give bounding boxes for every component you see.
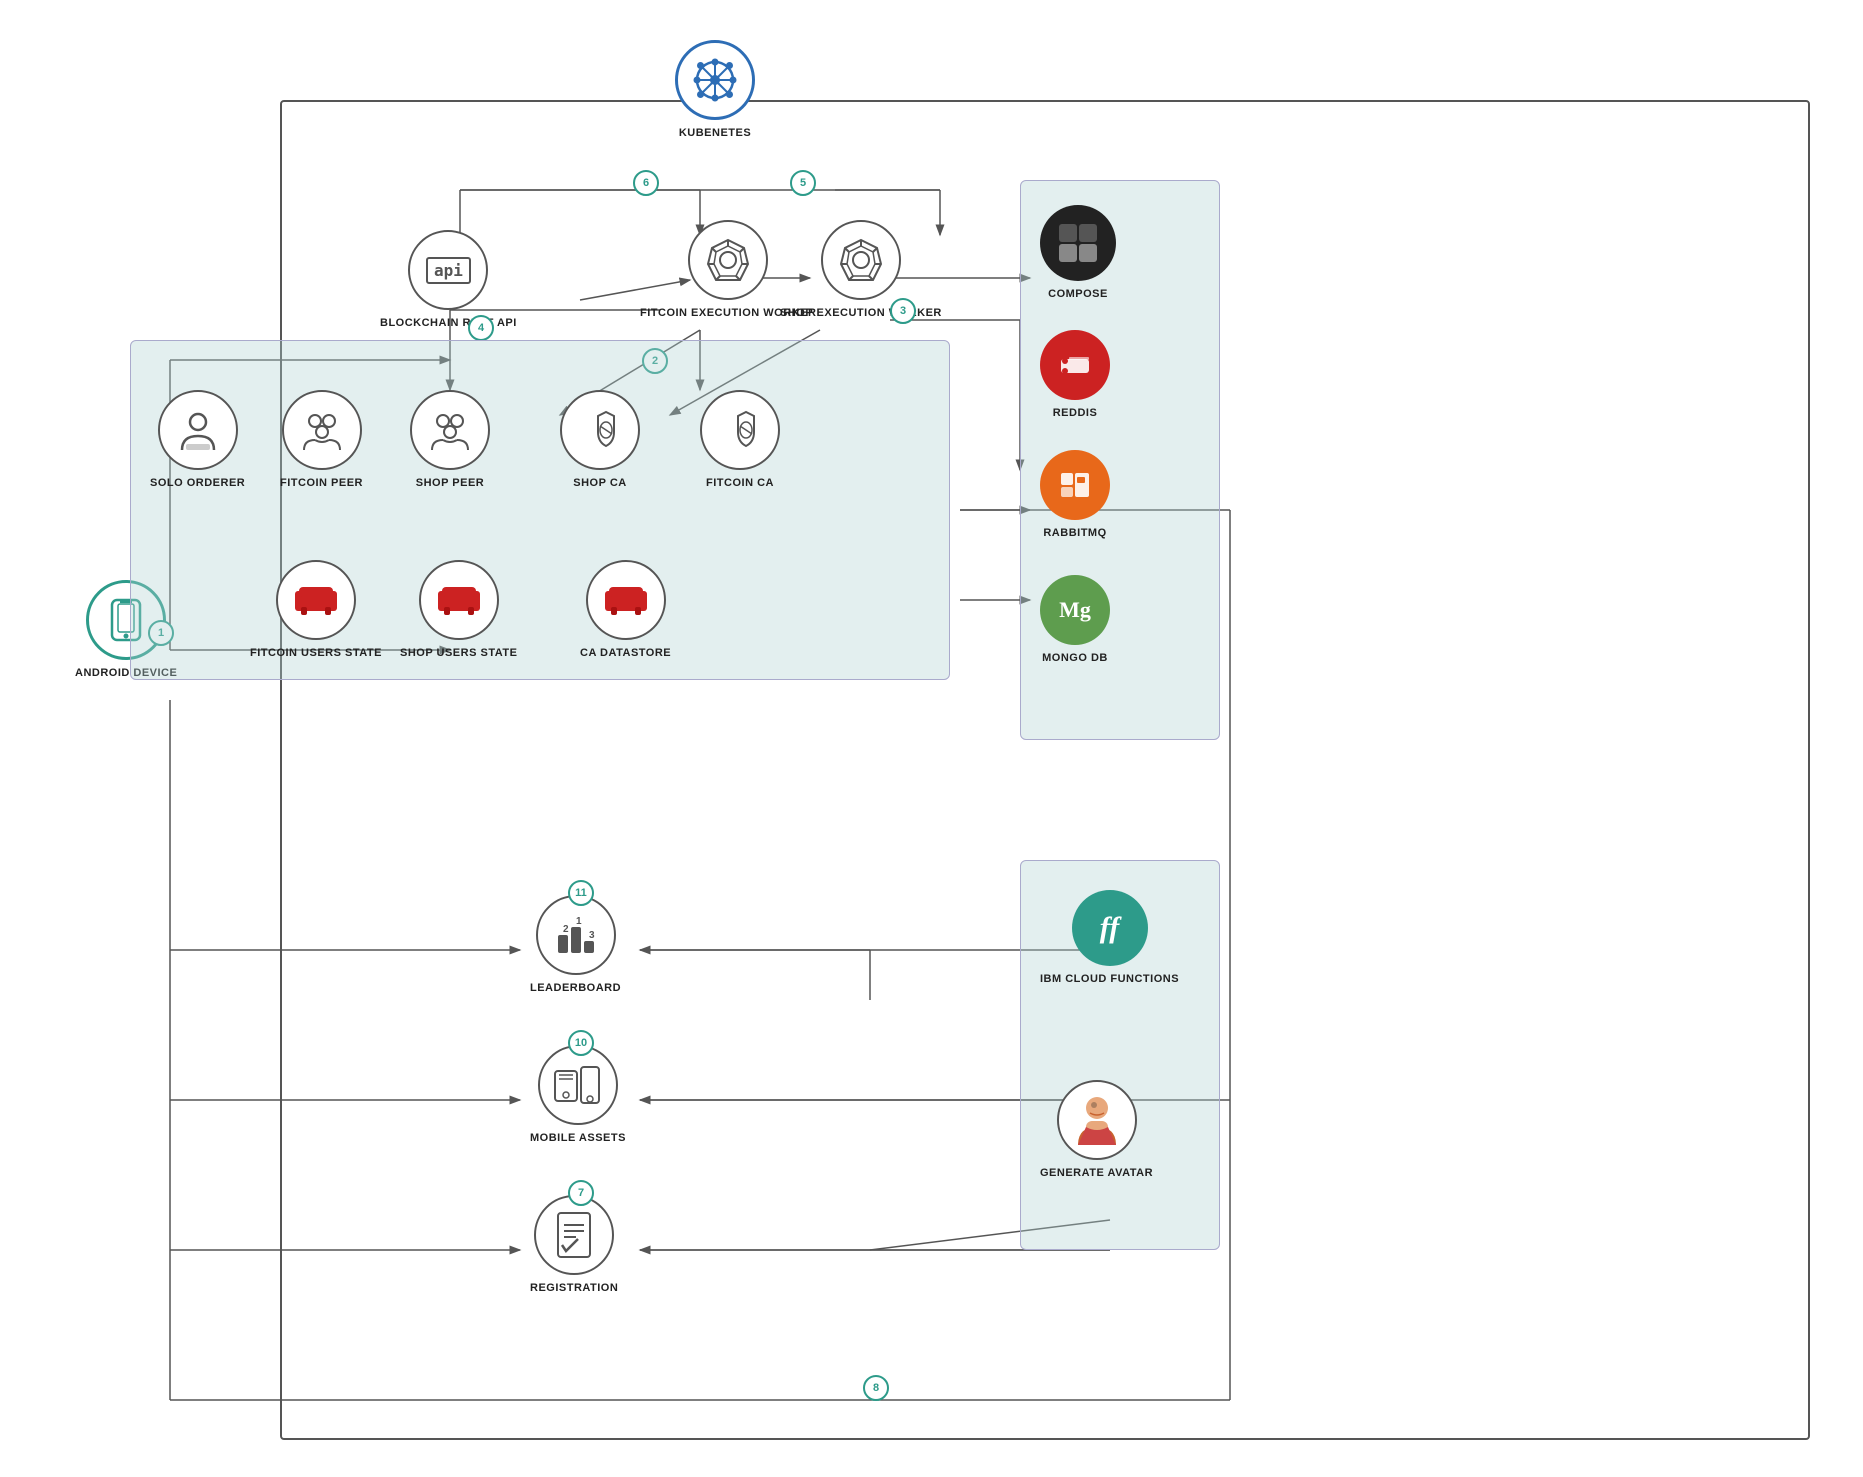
shop-ca-node: SHOP CA xyxy=(560,390,640,490)
solo-orderer-icon xyxy=(158,390,238,470)
generate-avatar-node: GENERATE AVATAR xyxy=(1040,1080,1153,1180)
ca-datastore-label: CA DATASTORE xyxy=(580,646,671,660)
api-label: BLOCKCHAIN REST API xyxy=(380,316,517,330)
reddis-icon xyxy=(1040,330,1110,400)
rabbitmq-node: RABBITMQ xyxy=(1040,450,1110,540)
fitcoin-worker-icon xyxy=(688,220,768,300)
leaderboard-icon: 2 1 3 xyxy=(536,895,616,975)
shop-peer-label: SHOP PEER xyxy=(416,476,485,490)
svg-text:2: 2 xyxy=(563,924,569,935)
rabbitmq-icon xyxy=(1040,450,1110,520)
generate-avatar-label: GENERATE AVATAR xyxy=(1040,1166,1153,1180)
step-3-badge: 3 xyxy=(890,298,916,324)
leaderboard-node: 2 1 3 LEADERBOARD xyxy=(530,895,621,995)
step-7-badge: 7 xyxy=(568,1180,594,1206)
reddis-label: REDDIS xyxy=(1053,406,1098,420)
shop-peer-node: SHOP PEER xyxy=(410,390,490,490)
rabbitmq-label: RABBITMQ xyxy=(1043,526,1106,540)
fitcoin-peer-node: FITCOIN PEER xyxy=(280,390,363,490)
fitcoin-ca-label: FITCOIN CA xyxy=(706,476,774,490)
solo-orderer-node: SOLO ORDERER xyxy=(150,390,245,490)
mongodb-label: MONGO DB xyxy=(1042,651,1108,665)
ibm-functions-label: IBM CLOUD FUNCTIONS xyxy=(1040,972,1179,986)
step-5-badge: 5 xyxy=(790,170,816,196)
step-8-badge: 8 xyxy=(863,1375,889,1401)
svg-text:3: 3 xyxy=(589,930,595,941)
shop-state-label: SHOP USERS STATE xyxy=(400,646,517,660)
fitcoin-ca-icon xyxy=(700,390,780,470)
step-11-badge: 11 xyxy=(568,880,594,906)
fitcoin-peer-label: FITCOIN PEER xyxy=(280,476,363,490)
fitcoin-ca-node: FITCOIN CA xyxy=(700,390,780,490)
fitcoin-peer-icon xyxy=(282,390,362,470)
blockchain-api-node: api BLOCKCHAIN REST API xyxy=(380,230,517,330)
shop-ca-label: SHOP CA xyxy=(573,476,626,490)
kubernetes-label: KUBENETES xyxy=(679,126,751,140)
diagram-container: KUBENETES ANDROID DEVICE 1 api BLOCKCHAI… xyxy=(20,20,1840,1460)
kubernetes-icon-circle xyxy=(675,40,755,120)
mobile-assets-node: MOBILE ASSETS xyxy=(530,1045,626,1145)
kubernetes-node: KUBENETES xyxy=(675,40,755,140)
shop-worker-node: SHOP EXECUTION WORKER xyxy=(780,220,942,320)
mobile-assets-icon xyxy=(538,1045,618,1125)
reddis-node: REDDIS xyxy=(1040,330,1110,420)
fitcoin-state-label: FITCOIN USERS STATE xyxy=(250,646,382,660)
shop-worker-icon xyxy=(821,220,901,300)
svg-text:1: 1 xyxy=(576,916,582,927)
ca-datastore-icon xyxy=(586,560,666,640)
fitcoin-state-node: FITCOIN USERS STATE xyxy=(250,560,382,660)
api-icon-circle: api xyxy=(408,230,488,310)
mongodb-node: Mg MONGO DB xyxy=(1040,575,1110,665)
shop-worker-label: SHOP EXECUTION WORKER xyxy=(780,306,942,320)
mongodb-icon: Mg xyxy=(1040,575,1110,645)
compose-icon xyxy=(1040,205,1116,281)
shop-state-node: SHOP USERS STATE xyxy=(400,560,517,660)
registration-icon xyxy=(534,1195,614,1275)
fitcoin-state-icon xyxy=(276,560,356,640)
compose-node: COMPOSE xyxy=(1040,205,1116,301)
step-4-badge: 4 xyxy=(468,315,494,341)
mobile-assets-label: MOBILE ASSETS xyxy=(530,1131,626,1145)
generate-avatar-icon xyxy=(1057,1080,1137,1160)
solo-orderer-label: SOLO ORDERER xyxy=(150,476,245,490)
shop-peer-icon xyxy=(410,390,490,470)
ca-datastore-node: CA DATASTORE xyxy=(580,560,671,660)
step-10-badge: 10 xyxy=(568,1030,594,1056)
ibm-functions-node: ff IBM CLOUD FUNCTIONS xyxy=(1040,890,1179,986)
shop-ca-icon xyxy=(560,390,640,470)
compose-label: COMPOSE xyxy=(1048,287,1108,301)
registration-label: REGISTRATION xyxy=(530,1281,618,1295)
ibm-functions-icon: ff xyxy=(1072,890,1148,966)
shop-state-icon xyxy=(419,560,499,640)
registration-node: REGISTRATION xyxy=(530,1195,618,1295)
leaderboard-label: LEADERBOARD xyxy=(530,981,621,995)
step-6-badge: 6 xyxy=(633,170,659,196)
